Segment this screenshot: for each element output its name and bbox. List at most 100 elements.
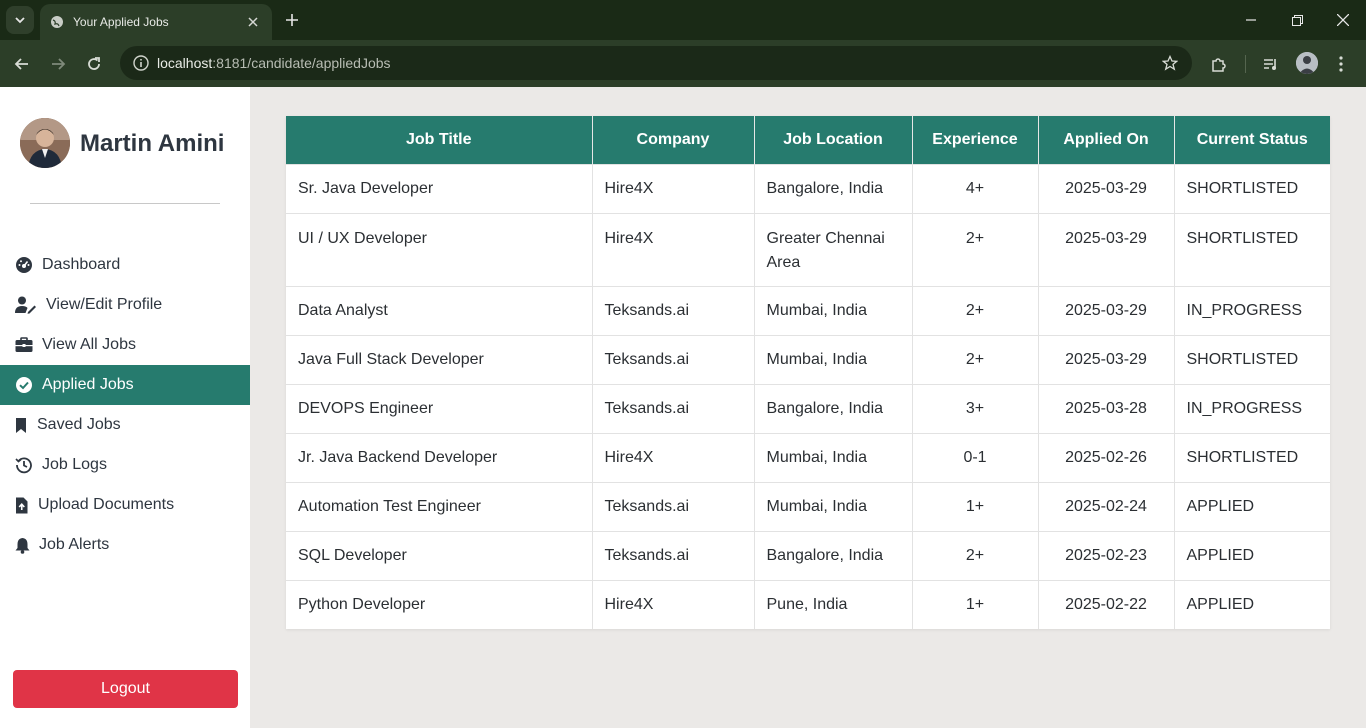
sidebar-item-job-alerts[interactable]: Job Alerts (0, 525, 250, 565)
close-window-button[interactable] (1320, 6, 1366, 34)
table-row: Python Developer Hire4X Pune, India 1+ 2… (286, 579, 1330, 629)
cell-applied-on: 2025-03-29 (1038, 285, 1175, 335)
sidebar-item-label: Job Alerts (39, 536, 110, 553)
cell-job-location: Bangalore, India (754, 163, 913, 213)
table-row: Data Analyst Teksands.ai Mumbai, India 2… (286, 285, 1330, 335)
user-name: Martin Amini (80, 130, 225, 157)
sidebar-item-view-all-jobs[interactable]: View All Jobs (0, 325, 250, 365)
cell-applied-on: 2025-03-29 (1038, 163, 1175, 213)
cell-company: Hire4X (592, 579, 755, 629)
new-tab-button[interactable] (280, 8, 304, 32)
header-job-location: Job Location (754, 116, 913, 164)
dashboard-icon (15, 256, 35, 274)
sidebar-item-label: Dashboard (42, 256, 121, 273)
sidebar-item-label: Applied Jobs (42, 376, 134, 393)
sidebar-item-applied-jobs[interactable]: Applied Jobs (0, 365, 250, 405)
browser-menu-button[interactable] (1326, 49, 1356, 79)
arrow-right-icon (52, 58, 66, 70)
reload-icon (88, 57, 100, 70)
cell-job-title: Java Full Stack Developer (286, 334, 593, 384)
header-experience: Experience (912, 116, 1039, 164)
cell-status: SHORTLISTED (1174, 334, 1330, 384)
tab-search-button[interactable] (6, 6, 34, 34)
applied-jobs-table-container: Job Title Company Job Location Experienc… (286, 116, 1330, 629)
cell-experience: 2+ (912, 334, 1039, 384)
cell-company: Teksands.ai (592, 285, 755, 335)
table-header-row: Job Title Company Job Location Experienc… (286, 116, 1330, 164)
cell-job-title: Python Developer (286, 579, 593, 629)
cell-status: SHORTLISTED (1174, 212, 1330, 286)
reload-button[interactable] (79, 49, 109, 79)
user-edit-icon (15, 296, 39, 314)
cell-status: SHORTLISTED (1174, 163, 1330, 213)
forward-button[interactable] (43, 49, 73, 79)
header-company: Company (592, 116, 755, 164)
file-upload-icon (15, 496, 31, 514)
back-button[interactable] (7, 49, 37, 79)
close-tab-icon[interactable] (244, 13, 262, 31)
cell-company: Hire4X (592, 432, 755, 482)
cell-experience: 2+ (912, 285, 1039, 335)
profile-avatar[interactable] (1296, 52, 1318, 74)
cell-experience: 0-1 (912, 432, 1039, 482)
cell-experience: 2+ (912, 530, 1039, 580)
cell-experience: 3+ (912, 383, 1039, 433)
check-circle-icon (15, 376, 35, 394)
sidebar-item-saved-jobs[interactable]: Saved Jobs (0, 405, 250, 445)
cell-job-title: UI / UX Developer (286, 212, 593, 286)
cell-experience: 1+ (912, 579, 1039, 629)
table-row: SQL Developer Teksands.ai Bangalore, Ind… (286, 530, 1330, 580)
address-bar[interactable]: localhost:8181/candidate/appliedJobs (120, 46, 1192, 80)
briefcase-icon (15, 336, 35, 354)
cell-job-location: Mumbai, India (754, 432, 913, 482)
avatar (20, 118, 70, 168)
bookmark-icon (15, 416, 30, 434)
media-controls-button[interactable] (1256, 49, 1286, 79)
table-row: Java Full Stack Developer Teksands.ai Mu… (286, 334, 1330, 384)
cell-applied-on: 2025-02-24 (1038, 481, 1175, 531)
sidebar-item-label: Saved Jobs (37, 416, 121, 433)
cell-job-location: Mumbai, India (754, 285, 913, 335)
cell-experience: 4+ (912, 163, 1039, 213)
cell-company: Teksands.ai (592, 530, 755, 580)
restore-button[interactable] (1274, 6, 1320, 34)
minimize-button[interactable] (1228, 6, 1274, 34)
header-current-status: Current Status (1174, 116, 1330, 164)
cell-job-title: Automation Test Engineer (286, 481, 593, 531)
browser-tab-active[interactable]: Your Applied Jobs (40, 4, 272, 40)
sidebar-item-label: Upload Documents (38, 496, 175, 513)
cell-applied-on: 2025-03-28 (1038, 383, 1175, 433)
header-job-title: Job Title (286, 116, 593, 164)
cell-job-title: DEVOPS Engineer (286, 383, 593, 433)
sidebar-item-label: View All Jobs (42, 336, 136, 353)
table-row: DEVOPS Engineer Teksands.ai Bangalore, I… (286, 383, 1330, 433)
site-info-icon[interactable] (132, 54, 150, 72)
sidebar-item-view-edit-profile[interactable]: View/Edit Profile (0, 285, 250, 325)
cell-status: IN_PROGRESS (1174, 383, 1330, 433)
bookmark-star-icon[interactable] (1158, 51, 1182, 75)
puzzle-icon (1211, 57, 1226, 72)
sidebar-item-dashboard[interactable]: Dashboard (0, 245, 250, 285)
plus-icon (286, 14, 298, 26)
extensions-button[interactable] (1203, 49, 1233, 79)
queue-music-icon (1264, 59, 1276, 70)
logout-button[interactable]: Logout (13, 670, 238, 708)
cell-status: APPLIED (1174, 579, 1330, 629)
cell-status: SHORTLISTED (1174, 432, 1330, 482)
cell-job-title: Sr. Java Developer (286, 163, 593, 213)
sidebar-item-upload-documents[interactable]: Upload Documents (0, 485, 250, 525)
table-row: Jr. Java Backend Developer Hire4X Mumbai… (286, 432, 1330, 482)
cell-job-location: Bangalore, India (754, 530, 913, 580)
cell-applied-on: 2025-02-26 (1038, 432, 1175, 482)
tab-title: Your Applied Jobs (73, 15, 169, 29)
close-icon (1337, 14, 1349, 26)
sidebar-item-job-logs[interactable]: Job Logs (0, 445, 250, 485)
cell-company: Hire4X (592, 212, 755, 286)
chevron-down-icon (15, 17, 25, 24)
url-path: :8181/candidate/appliedJobs (212, 55, 391, 71)
cell-company: Teksands.ai (592, 481, 755, 531)
url-text[interactable]: localhost:8181/candidate/appliedJobs (157, 55, 1158, 71)
minimize-icon (1246, 19, 1256, 21)
browser-tab-bar: Your Applied Jobs (0, 0, 1366, 40)
table-row: Automation Test Engineer Teksands.ai Mum… (286, 481, 1330, 531)
